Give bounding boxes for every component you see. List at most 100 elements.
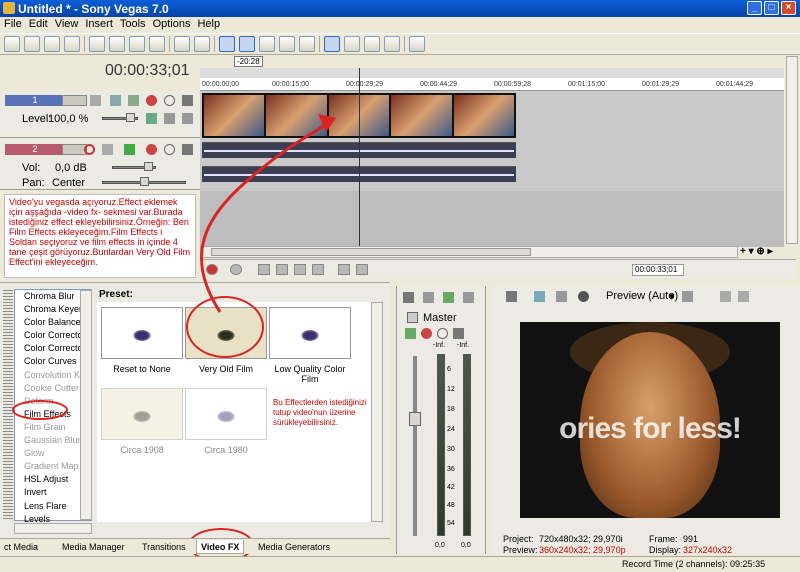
arrow-up-icon[interactable] bbox=[164, 113, 175, 124]
preset-scrollbar[interactable] bbox=[371, 302, 383, 522]
tab-explorer[interactable]: ct Media bbox=[0, 540, 42, 554]
mute-icon[interactable] bbox=[102, 144, 113, 155]
motion-icon[interactable] bbox=[110, 95, 121, 106]
properties-icon[interactable] bbox=[506, 291, 517, 302]
master-fx-icon[interactable] bbox=[421, 328, 432, 339]
menu-view[interactable]: View bbox=[55, 17, 86, 32]
open-icon[interactable] bbox=[24, 36, 40, 52]
menu-bar: File Edit View Insert Tools Options Help bbox=[0, 17, 800, 32]
fx-list-horizontal-scrollbar[interactable] bbox=[14, 523, 92, 534]
info-icon[interactable] bbox=[453, 328, 464, 339]
zoom-tool-icon[interactable] bbox=[384, 36, 400, 52]
copy-icon[interactable] bbox=[109, 36, 125, 52]
properties-icon[interactable] bbox=[64, 36, 80, 52]
close-button[interactable]: × bbox=[781, 1, 796, 15]
tab-transitions[interactable]: Transitions bbox=[138, 540, 190, 554]
downmix-icon[interactable] bbox=[423, 292, 434, 303]
audio-track-header: 2 Vol: 0,0 dB Pan: Center bbox=[0, 140, 200, 190]
pan-crop-icon[interactable] bbox=[128, 95, 139, 106]
bus-icon[interactable] bbox=[443, 292, 454, 303]
menu-edit[interactable]: Edit bbox=[29, 17, 55, 32]
delete-icon[interactable] bbox=[149, 36, 165, 52]
preset-thumb-circa-1908[interactable] bbox=[101, 388, 183, 440]
meter-scale: 42 bbox=[447, 484, 455, 491]
preview-quality-icon[interactable] bbox=[578, 291, 589, 302]
compositing-icon[interactable] bbox=[146, 113, 157, 124]
dock-grip[interactable] bbox=[3, 290, 13, 520]
display-value: 327x240x32 bbox=[683, 545, 733, 555]
menu-tools[interactable]: Tools bbox=[120, 17, 153, 32]
timeline-vertical-scrollbar[interactable] bbox=[786, 56, 798, 244]
envelope-tool-icon[interactable] bbox=[344, 36, 360, 52]
group-icon[interactable] bbox=[299, 36, 315, 52]
highlight-circle bbox=[12, 400, 68, 420]
playhead-cursor[interactable] bbox=[359, 68, 360, 248]
new-icon[interactable] bbox=[4, 36, 20, 52]
normal-edit-tool-icon[interactable] bbox=[324, 36, 340, 52]
video-track-name-field[interactable] bbox=[62, 95, 87, 106]
preview-quality-dropdown[interactable]: Preview (Auto) bbox=[606, 290, 678, 302]
overlays-icon[interactable] bbox=[682, 291, 693, 302]
preset-label-reset: Reset to None bbox=[113, 364, 171, 374]
mute-icon[interactable] bbox=[437, 328, 448, 339]
save-snapshot-icon[interactable] bbox=[738, 291, 749, 302]
menu-options[interactable]: Options bbox=[153, 17, 198, 32]
pan-slider-knob[interactable] bbox=[140, 177, 149, 186]
timecode-display: 00:00:33;01 bbox=[105, 62, 190, 79]
chevron-down-icon[interactable]: ▾ bbox=[669, 290, 675, 303]
external-monitor-icon[interactable] bbox=[534, 291, 545, 302]
timeline-ruler[interactable]: 00:00:00;00 00:00:15;00 00:00:29;29 00:0… bbox=[200, 78, 784, 91]
tab-media-manager[interactable]: Media Manager bbox=[58, 540, 129, 554]
copy-snapshot-icon[interactable] bbox=[720, 291, 731, 302]
menu-file[interactable]: File bbox=[4, 17, 29, 32]
vol-slider-knob[interactable] bbox=[144, 162, 153, 171]
arm-record-icon[interactable] bbox=[84, 144, 95, 155]
minimize-button[interactable]: _ bbox=[747, 1, 762, 15]
properties-icon[interactable] bbox=[403, 292, 414, 303]
solo-icon[interactable] bbox=[164, 144, 175, 155]
ruler-tick-label: 00:00:15;00 bbox=[272, 81, 309, 88]
pan-label: Pan: bbox=[22, 177, 45, 189]
snap-icon[interactable] bbox=[219, 36, 235, 52]
ruler-tick-label: 00:00:59;28 bbox=[494, 81, 531, 88]
bus-routing-icon[interactable] bbox=[124, 144, 135, 155]
menu-insert[interactable]: Insert bbox=[85, 17, 120, 32]
save-icon[interactable] bbox=[44, 36, 60, 52]
level-slider-knob[interactable] bbox=[126, 113, 135, 122]
frame-label: Frame: bbox=[649, 534, 678, 544]
meter-peak-right: -Inf. bbox=[457, 342, 470, 349]
track-fx-icon[interactable] bbox=[146, 144, 157, 155]
master-toggle-icon[interactable] bbox=[407, 312, 418, 323]
maximize-button[interactable]: □ bbox=[764, 1, 779, 15]
marker-bar[interactable] bbox=[200, 68, 784, 78]
tab-media-generators[interactable]: Media Generators bbox=[254, 540, 334, 554]
ruler-tick-label: 00:00:44;29 bbox=[420, 81, 457, 88]
preset-thumb-circa-1980[interactable] bbox=[185, 388, 267, 440]
track-fx-icon[interactable] bbox=[146, 95, 157, 106]
mute-icon[interactable] bbox=[90, 95, 101, 106]
whats-this-icon[interactable] bbox=[409, 36, 425, 52]
routing-icon[interactable] bbox=[405, 328, 416, 339]
cut-icon[interactable] bbox=[89, 36, 105, 52]
tab-video-fx[interactable]: Video FX bbox=[196, 540, 245, 554]
title-bar: Untitled * - Sony Vegas 7.0 _ □ × bbox=[0, 0, 800, 17]
zoom-buttons[interactable]: + ▾ ⊕ ▸ bbox=[740, 246, 798, 258]
fx-list-scrollbar[interactable] bbox=[80, 290, 92, 520]
auto-ripple-icon[interactable] bbox=[239, 36, 255, 52]
master-fader-knob[interactable] bbox=[409, 412, 421, 426]
menu-help[interactable]: Help bbox=[197, 17, 227, 32]
selection-tool-icon[interactable] bbox=[364, 36, 380, 52]
lock-envelopes-icon[interactable] bbox=[259, 36, 275, 52]
preset-note: Bu Effectlerden istediğinizi tutup video… bbox=[273, 398, 367, 427]
preset-thumb-reset[interactable] bbox=[101, 307, 183, 359]
go-to-end-icon[interactable] bbox=[356, 264, 368, 275]
insert-bus-icon[interactable] bbox=[463, 292, 474, 303]
drag-arrow bbox=[200, 114, 336, 313]
paste-icon[interactable] bbox=[129, 36, 145, 52]
undo-icon[interactable] bbox=[174, 36, 190, 52]
redo-icon[interactable] bbox=[194, 36, 210, 52]
toolbar-separator bbox=[404, 36, 405, 52]
split-screen-icon[interactable] bbox=[556, 291, 567, 302]
solo-icon[interactable] bbox=[164, 95, 175, 106]
crossfade-icon[interactable] bbox=[279, 36, 295, 52]
